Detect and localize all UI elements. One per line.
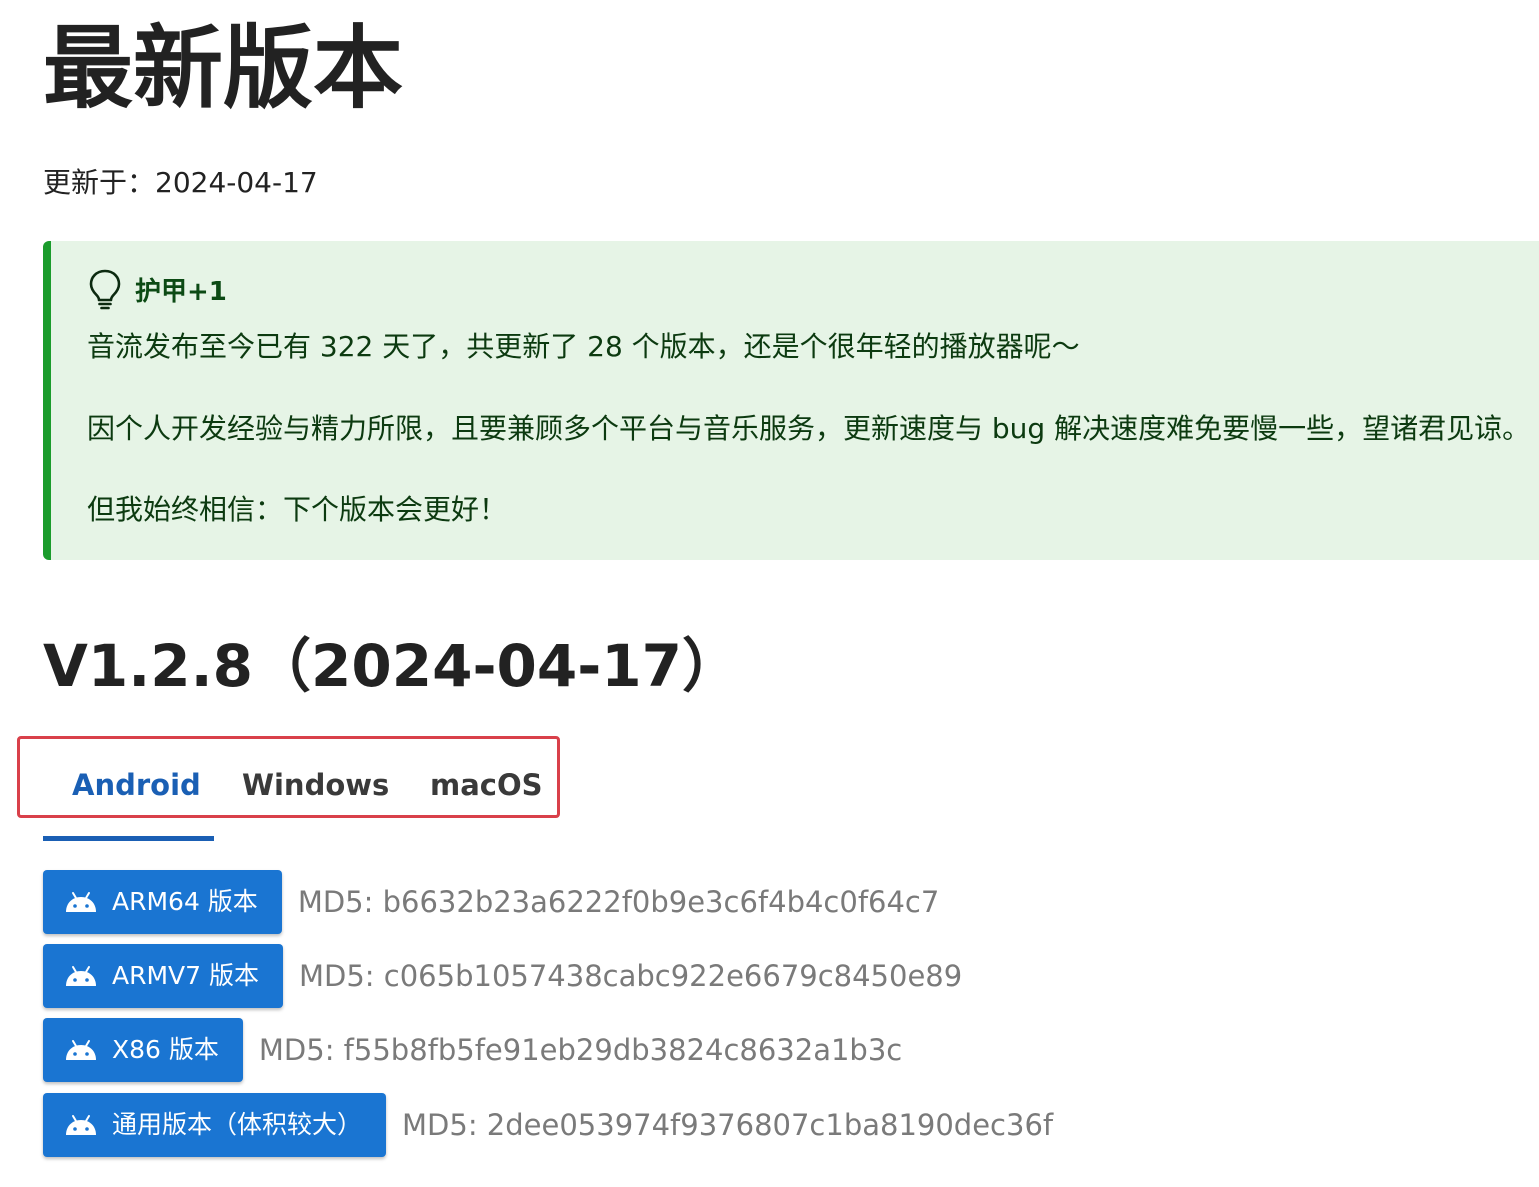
updated-date: 更新于：2024-04-17	[43, 166, 318, 199]
version-heading: V1.2.8（2024-04-17）	[43, 632, 741, 700]
download-label: 通用版本（体积较大）	[112, 1110, 363, 1139]
lightbulb-icon	[87, 268, 123, 310]
tab-android[interactable]: Android	[72, 763, 201, 807]
tab-windows[interactable]: Windows	[242, 763, 389, 807]
download-row: X86 版本 MD5: f55b8fb5fe91eb29db3824c8632a…	[43, 1018, 902, 1082]
tab-macos[interactable]: macOS	[430, 763, 543, 807]
md5-checksum: MD5: c065b1057438cabc922e6679c8450e89	[299, 959, 963, 993]
download-x86-button[interactable]: X86 版本	[43, 1018, 243, 1082]
md5-checksum: MD5: b6632b23a6222f0b9e3c6f4b4c0f64c7	[297, 885, 940, 919]
download-row: 通用版本（体积较大） MD5: 2dee053974f9376807c1ba81…	[43, 1093, 1053, 1157]
download-row: ARM64 版本 MD5: b6632b23a6222f0b9e3c6f4b4c…	[43, 870, 939, 934]
page-title: 最新版本	[43, 16, 403, 121]
download-label: X86 版本	[112, 1035, 219, 1064]
tip-line-apology: 因个人开发经验与精力所限，且要兼顾多个平台与音乐服务，更新速度与 bug 解决速…	[87, 412, 1531, 445]
md5-checksum: MD5: 2dee053974f9376807c1ba8190dec36f	[402, 1108, 1054, 1142]
download-universal-button[interactable]: 通用版本（体积较大）	[43, 1093, 387, 1157]
tip-box: 护甲+1 音流发布至今已有 322 天了，共更新了 28 个版本，还是个很年轻的…	[43, 241, 1539, 560]
android-icon	[64, 891, 98, 913]
tip-line-days: 音流发布至今已有 322 天了，共更新了 28 个版本，还是个很年轻的播放器呢～	[87, 330, 1080, 363]
download-label: ARMV7 版本	[112, 961, 259, 990]
tip-line-belief: 但我始终相信：下个版本会更好！	[87, 493, 508, 526]
tip-header: 护甲+1	[87, 268, 227, 310]
download-armv7-button[interactable]: ARMV7 版本	[43, 944, 283, 1008]
download-row: ARMV7 版本 MD5: c065b1057438cabc922e6679c8…	[43, 944, 962, 1008]
active-tab-indicator	[43, 836, 214, 841]
android-icon	[64, 965, 98, 987]
android-icon	[64, 1114, 98, 1136]
tip-title: 护甲+1	[135, 276, 227, 307]
download-arm64-button[interactable]: ARM64 版本	[43, 870, 282, 934]
android-icon	[64, 1039, 98, 1061]
md5-checksum: MD5: f55b8fb5fe91eb29db3824c8632a1b3c	[258, 1033, 903, 1067]
download-label: ARM64 版本	[112, 887, 258, 916]
